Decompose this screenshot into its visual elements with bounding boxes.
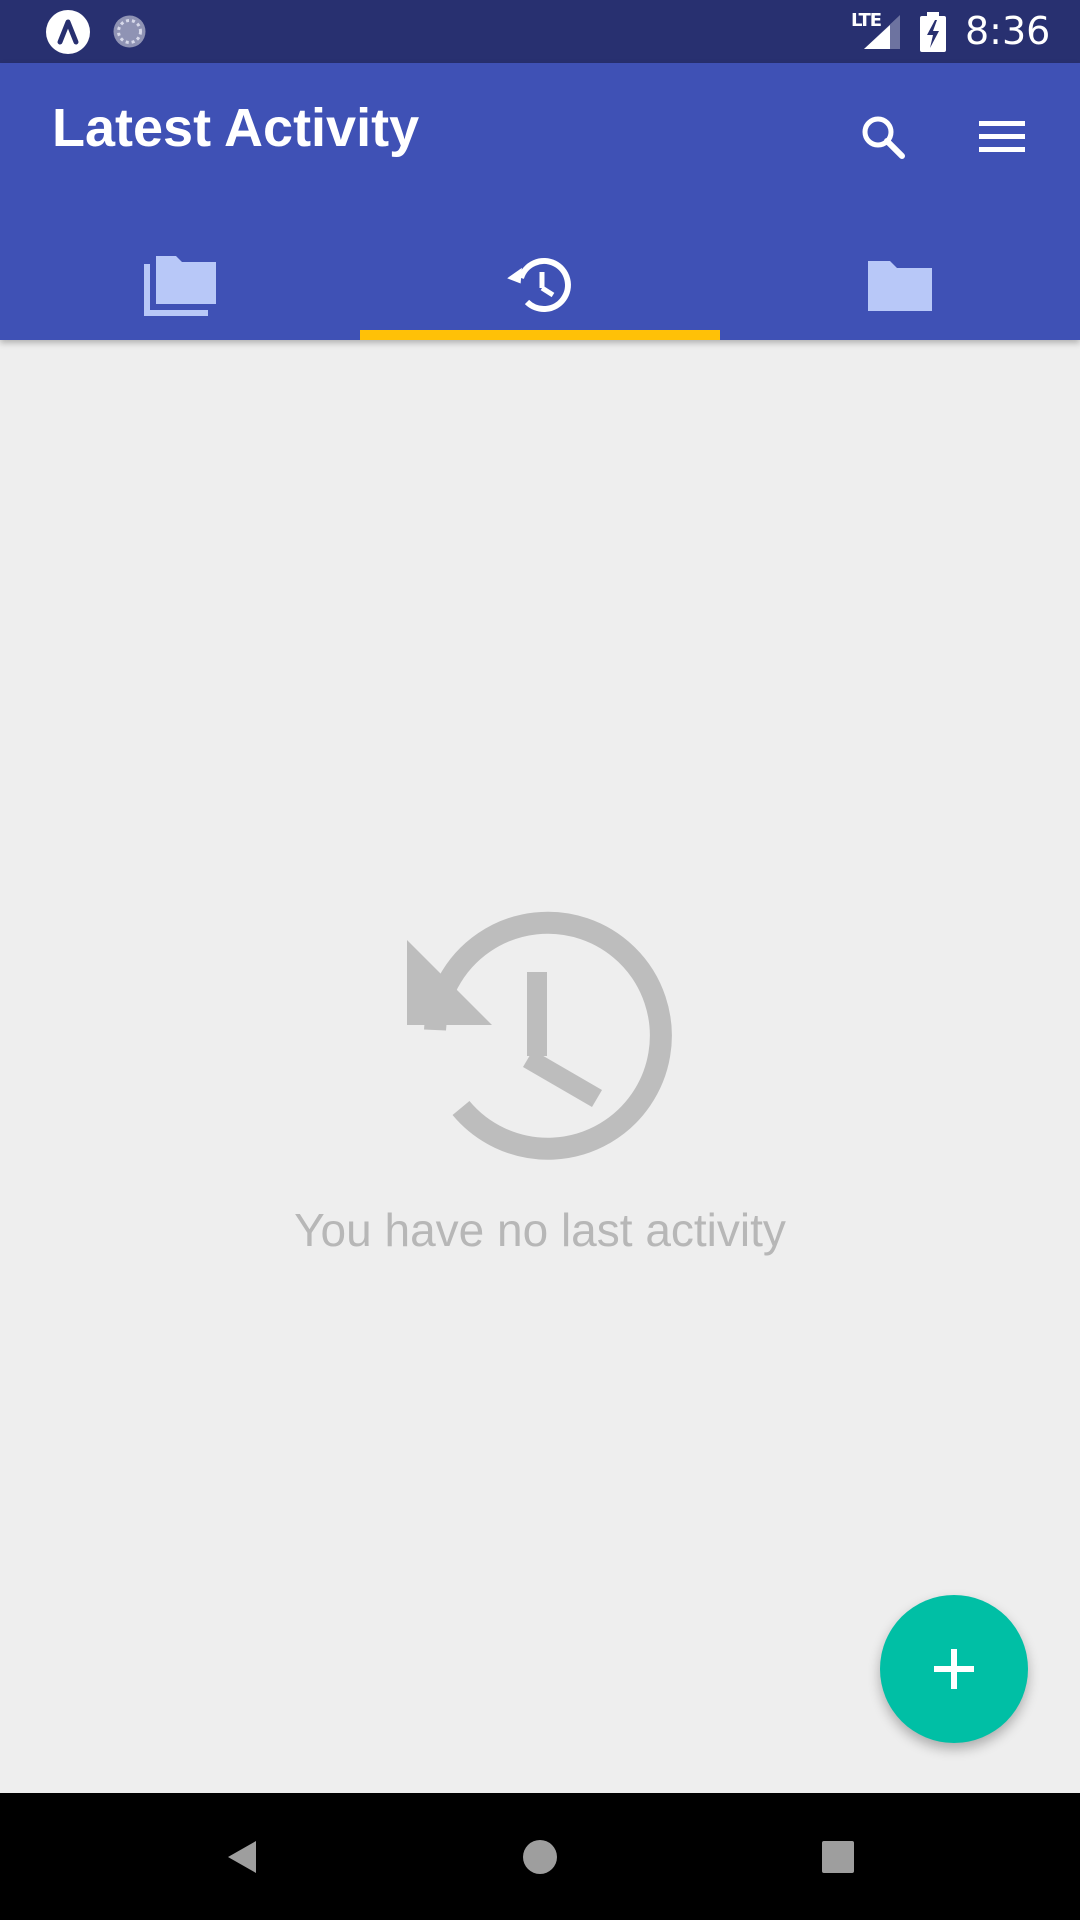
add-button[interactable] bbox=[880, 1595, 1028, 1743]
back-button[interactable] bbox=[172, 1793, 312, 1920]
back-icon bbox=[228, 1840, 256, 1873]
status-bar: LTE 8:36 bbox=[0, 0, 1080, 63]
tab-all-files[interactable] bbox=[0, 230, 360, 340]
history-icon bbox=[407, 911, 672, 1160]
battery-charging-icon bbox=[920, 12, 946, 52]
system-nav-bar bbox=[0, 1793, 1080, 1920]
empty-state-message: You have no last activity bbox=[294, 1204, 786, 1256]
folders-icon bbox=[144, 256, 216, 316]
search-button[interactable] bbox=[855, 109, 911, 165]
home-icon bbox=[523, 1839, 557, 1874]
plus-icon bbox=[934, 1649, 974, 1689]
tab-latest-activity[interactable] bbox=[360, 230, 720, 340]
menu-icon bbox=[979, 121, 1025, 152]
tab-indicator bbox=[360, 330, 720, 340]
tab-folders[interactable] bbox=[720, 230, 1080, 340]
recents-button[interactable] bbox=[768, 1793, 908, 1920]
recents-icon bbox=[822, 1840, 854, 1873]
signal-icon bbox=[864, 15, 900, 49]
search-icon bbox=[862, 116, 905, 159]
sync-notification-icon bbox=[111, 13, 148, 50]
screen: LTE 8:36 Latest Activity You have no las… bbox=[0, 0, 1080, 1920]
home-button[interactable] bbox=[470, 1793, 610, 1920]
tab-bar bbox=[0, 230, 1080, 340]
menu-button[interactable] bbox=[974, 109, 1030, 165]
app-notification-icon bbox=[46, 10, 90, 54]
history-icon bbox=[507, 258, 571, 312]
app-bar: Latest Activity bbox=[0, 63, 1080, 340]
clock: 8:36 bbox=[965, 9, 1051, 53]
page-title: Latest Activity bbox=[52, 98, 420, 158]
folder-icon bbox=[868, 261, 932, 311]
